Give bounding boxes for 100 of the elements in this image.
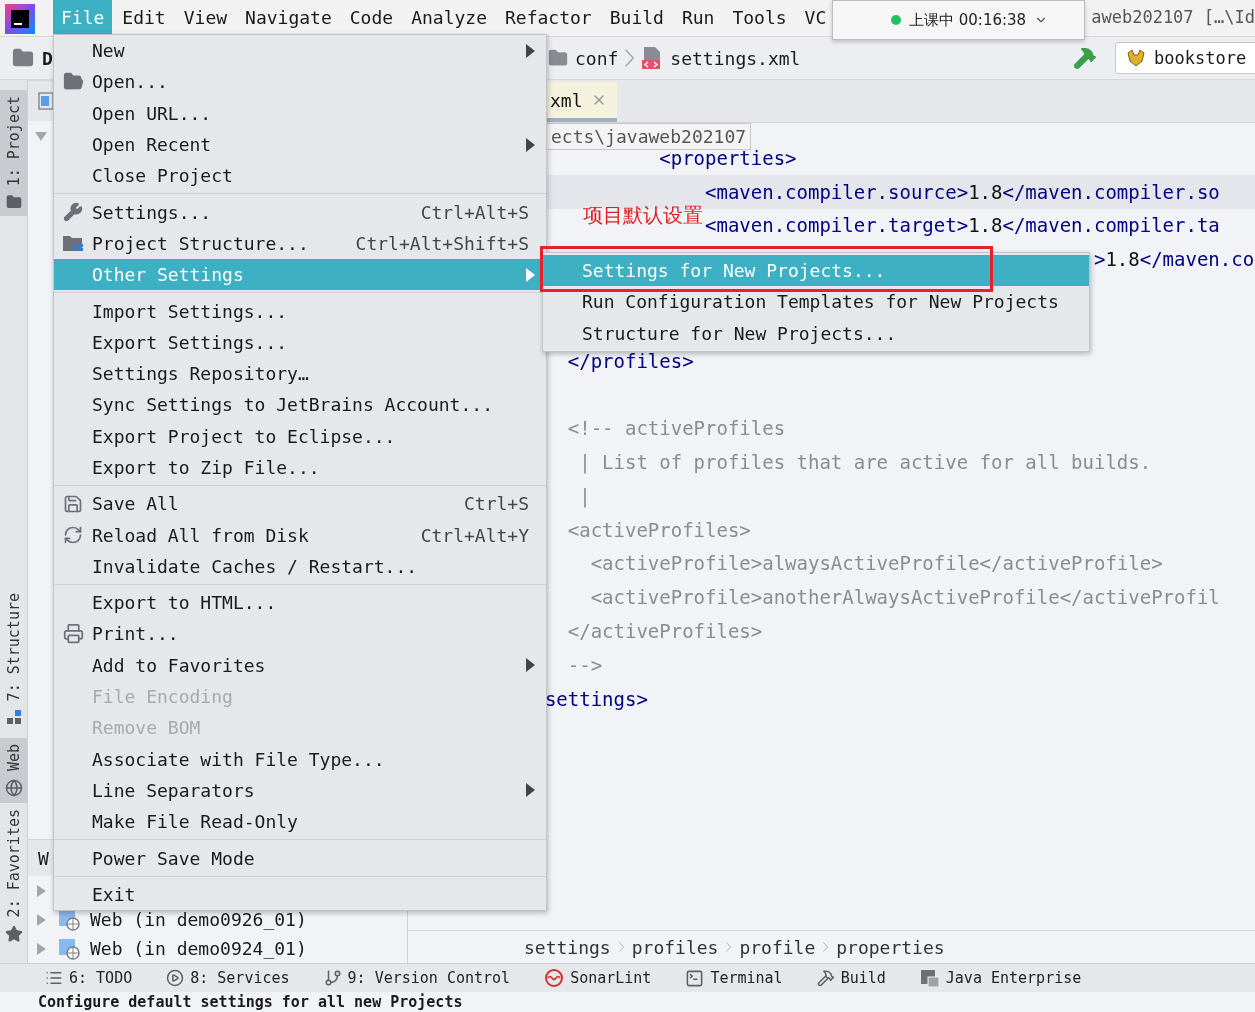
path-tooltip: ects\javaweb202107 <box>546 123 752 150</box>
expanded-arrow-icon[interactable] <box>34 129 48 143</box>
menu-item[interactable]: Exit <box>54 878 546 910</box>
submenu-arrow-icon <box>526 658 535 673</box>
breadcrumb-item[interactable]: properties <box>836 936 945 958</box>
status-text: Configure default settings for all new Projects <box>38 992 463 1012</box>
shortcut-text: Ctrl+Alt+Shift+S <box>355 232 529 254</box>
nav-crumb[interactable]: conf <box>575 47 619 69</box>
app-logo <box>5 4 35 34</box>
window-grid-icon <box>919 968 940 988</box>
chevron-icon <box>618 942 624 952</box>
submenu-arrow-icon <box>526 267 535 282</box>
menu-item[interactable]: Make File Read-Only <box>54 806 546 838</box>
menu-bar-item[interactable]: Build <box>601 0 672 34</box>
chevron-icon <box>726 942 732 952</box>
panel-title: W <box>38 847 49 869</box>
shortcut-text: Ctrl+Alt+S <box>420 201 529 223</box>
sonar-icon <box>544 968 565 988</box>
window-title: aweb202107 […\Id <box>1091 6 1255 29</box>
menu-bar-item[interactable]: Refactor <box>497 0 600 34</box>
status-dot-icon <box>891 15 901 25</box>
chevron-icon <box>823 942 829 952</box>
code-line: <maven.compiler.target>1.8</maven.compiler.ta <box>705 214 1220 237</box>
code-comment: | <box>579 484 591 507</box>
printer-icon <box>62 623 84 645</box>
code-line: >1.8</maven.co <box>1093 248 1255 271</box>
menu-item[interactable]: Line Separators <box>54 774 546 807</box>
tool-window-tab[interactable]: 7: Structure <box>0 587 27 730</box>
code-comment: | List of profiles that are active for all builds. <box>579 451 1152 474</box>
submenu-arrow-icon <box>526 43 535 58</box>
menu-item[interactable]: Print... <box>54 618 546 650</box>
tool-window-button[interactable]: Java Enterprise <box>919 968 1082 988</box>
tool-window-button[interactable]: Terminal <box>685 968 783 988</box>
menu-item[interactable]: Invalidate Caches / Restart... <box>54 550 546 583</box>
hammer-icon <box>816 969 835 987</box>
wrench-icon <box>63 202 83 223</box>
shortcut-text: Ctrl+S <box>463 493 529 515</box>
shortcut-text: Ctrl+Alt+Y <box>420 524 529 546</box>
code-comment: <activeProfiles> <box>567 518 751 541</box>
menu-item[interactable]: Export Project to Eclipse... <box>54 420 546 452</box>
menu-bar-item[interactable]: VC <box>796 0 835 34</box>
menu-bar-item[interactable]: Run <box>673 0 723 34</box>
menu-item[interactable]: Close Project <box>54 160 546 192</box>
folder-grid-icon <box>62 233 84 254</box>
tool-window-tab[interactable]: Web <box>0 737 27 803</box>
menu-bar-item[interactable]: Navigate <box>237 0 340 34</box>
menu-item[interactable]: Settings Repository… <box>54 357 546 390</box>
menu-item[interactable]: Structure for New Projects... <box>543 317 1089 349</box>
tree-item[interactable]: Web (in demo0924_01) <box>90 938 307 959</box>
menu-item[interactable]: Add to Favorites <box>54 649 546 681</box>
breadcrumb-item[interactable]: profile <box>739 936 816 958</box>
breadcrumb-item[interactable]: settings <box>524 936 611 958</box>
menu-item[interactable]: Power Save Mode <box>54 842 546 874</box>
collapsed-arrow-icon[interactable] <box>34 941 48 956</box>
breadcrumb-item[interactable]: profiles <box>631 936 719 958</box>
collapsed-arrow-icon[interactable] <box>34 883 48 898</box>
project-name[interactable]: D <box>42 47 53 69</box>
menu-bar-item[interactable]: Edit <box>114 0 174 34</box>
menu-bar-item[interactable]: Tools <box>724 0 795 34</box>
tool-window-button[interactable]: 8: Services <box>166 969 290 987</box>
tool-window-tab[interactable]: 2: Favorites <box>0 802 27 949</box>
timer-text: 上课中 00:16:38 <box>909 10 1027 30</box>
globe-icon <box>4 778 23 797</box>
menu-item[interactable]: Associate with File Type... <box>54 743 546 775</box>
menu-bar-item[interactable]: Code <box>341 0 402 34</box>
tool-window-button[interactable]: SonarLint <box>544 968 652 988</box>
nav-crumb[interactable]: settings.xml <box>670 47 801 69</box>
folder-icon <box>12 47 34 69</box>
menu-item[interactable]: Export to Zip File... <box>54 451 546 484</box>
menu-item[interactable]: Project Structure... Ctrl+Alt+Shift+S <box>54 227 546 260</box>
menu-bar-item[interactable]: Analyze <box>403 0 495 34</box>
collapsed-arrow-icon[interactable] <box>34 912 48 927</box>
tool-window-button[interactable]: 9: Version Control <box>323 969 511 987</box>
tool-window-tab[interactable]: 1: Project <box>0 90 27 217</box>
menu-item[interactable]: Import Settings... <box>54 295 546 327</box>
menu-item[interactable]: Sync Settings to JetBrains Account... <box>54 389 546 421</box>
run-config-dropdown[interactable]: bookstore <box>1115 42 1255 74</box>
tool-window-button[interactable]: Build <box>816 969 886 987</box>
menu-item[interactable]: Export to HTML... <box>54 587 546 619</box>
branch-icon <box>323 969 342 987</box>
submenu-arrow-icon <box>526 137 535 152</box>
code-comment: <activeProfile>anotherAlwaysActiveProfile</activeProfil <box>590 586 1220 609</box>
annotation-text: 项目默认设置 <box>583 202 703 229</box>
menu-item[interactable]: Open Recent <box>54 128 546 161</box>
menu-item[interactable]: Export Settings... <box>54 326 546 358</box>
terminal-icon <box>685 968 705 988</box>
tree-item[interactable]: Web (in demo0926_01) <box>90 909 307 930</box>
menu-item[interactable]: Save All Ctrl+S <box>54 488 546 520</box>
submenu-arrow-icon <box>526 783 535 798</box>
menu-item[interactable]: Settings... Ctrl+Alt+S <box>54 196 546 228</box>
menu-bar-item[interactable]: View <box>175 0 236 34</box>
menu-item[interactable]: New <box>54 35 546 67</box>
tool-window-button[interactable]: 6: TODO <box>45 969 133 987</box>
folder-icon <box>548 48 568 68</box>
menu-item[interactable]: Reload All from Disk Ctrl+Alt+Y <box>54 519 546 551</box>
hammer-icon[interactable] <box>1073 46 1097 70</box>
code-comment: <activeProfile>alwaysActiveProfile</activeProfile> <box>590 552 1163 575</box>
code-line: <maven.compiler.source>1.8</maven.compiler.so <box>705 180 1220 203</box>
timer-popup[interactable]: 上课中 00:16:38 <box>832 0 1085 40</box>
reload-icon <box>63 525 83 546</box>
